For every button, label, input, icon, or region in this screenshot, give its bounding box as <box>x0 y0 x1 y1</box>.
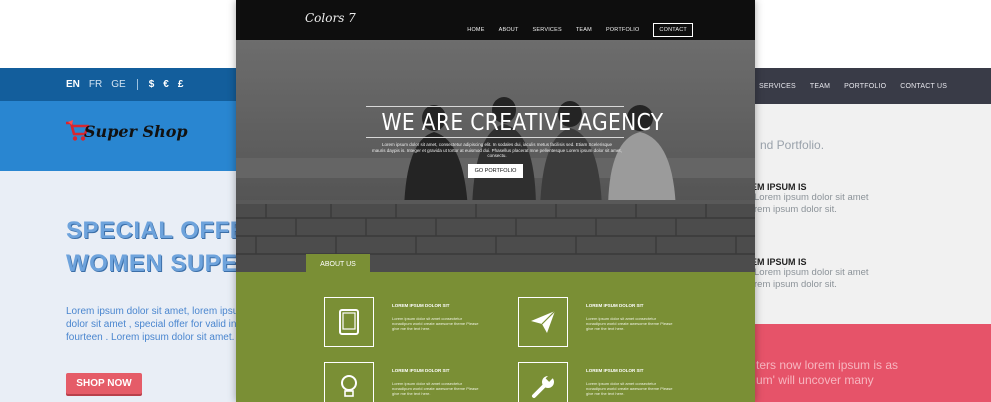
shop-now-button[interactable]: SHOP NOW <box>66 373 142 394</box>
feature-desc: Lorem ipsum dolor sit amet consectetur n… <box>586 316 673 332</box>
info-line: rem ipsum dolor sit. <box>754 279 837 290</box>
feature-icon-box <box>324 297 374 347</box>
nav-team[interactable]: TEAM <box>810 83 830 90</box>
offer-line-2: WOMEN SUPER <box>66 250 240 277</box>
nav-team[interactable]: TEAM <box>576 27 592 33</box>
nav-portfolio[interactable]: PORTFOLIO <box>606 27 639 33</box>
pink-line: ters now lorem ipsum is as <box>756 358 899 372</box>
top-bar: EN FR GE $ € £ <box>0 68 240 101</box>
feature-icon-box <box>518 297 568 347</box>
lightbulb-icon <box>341 375 357 397</box>
lang-en[interactable]: EN <box>66 79 80 90</box>
info-line: Lorem ipsum dolor sit amet <box>754 267 869 278</box>
desc-line: dolor sit amet , special offer for valid… <box>66 319 240 330</box>
paper-plane-icon <box>531 310 556 333</box>
desc-line: Lorem ipsum dolor sit amet, lorem ipsum <box>66 306 240 317</box>
portfolio-page: SERVICES TEAM PORTFOLIO CONTACT US nd Po… <box>750 68 991 402</box>
feature-desc: Lorem ipsum dolor sit amet consectetur n… <box>392 316 479 332</box>
offer-line-1: SPECIAL OFFER <box>66 217 240 244</box>
info-block: EM IPSUM IS Lorem ipsum dolor sit amet r… <box>750 257 869 291</box>
super-shop-logo[interactable]: Super Shop <box>64 119 188 143</box>
right-nav-bar: SERVICES TEAM PORTFOLIO CONTACT US <box>750 68 991 104</box>
about-us-tab[interactable]: ABOUT US <box>306 254 370 274</box>
desc-line: fourteen . Lorem ipsum dolor sit amet. <box>66 332 235 343</box>
feature-desc: Lorem ipsum dolor sit amet consectetur n… <box>586 381 673 397</box>
colors7-logo[interactable]: Colors 7 <box>305 11 356 25</box>
hero-sub-line: mauris daypis is. Integer et gravida ut … <box>372 147 622 159</box>
hero-title-frame: WE ARE CREATIVE AGENCY <box>366 106 664 138</box>
nav-home[interactable]: HOME <box>467 27 484 33</box>
info-line: Lorem ipsum dolor sit amet <box>754 192 869 203</box>
hero-title: WE ARE CREATIVE AGENCY <box>381 110 664 136</box>
info-heading: EM IPSUM IS <box>751 182 807 192</box>
main-menu: HOME ABOUT SERVICES TEAM PORTFOLIO CONTA… <box>467 23 693 37</box>
nav-services[interactable]: SERVICES <box>533 27 562 33</box>
hero-section: WE ARE CREATIVE AGENCY Lorem ipsum dolor… <box>236 40 755 272</box>
nav-services[interactable]: SERVICES <box>759 83 796 90</box>
lang-ge[interactable]: GE <box>111 79 125 90</box>
pink-banner: ters now lorem ipsum is as um' will unco… <box>750 324 991 402</box>
nav-portfolio[interactable]: PORTFOLIO <box>844 83 886 90</box>
brand-bar: Super Shop <box>0 101 240 171</box>
feature-icon-box <box>518 362 568 402</box>
main-nav-bar: Colors 7 HOME ABOUT SERVICES TEAM PORTFO… <box>236 0 755 40</box>
brand-name: Super Shop <box>84 121 188 141</box>
lang-fr[interactable]: FR <box>89 79 102 90</box>
offer-description: Lorem ipsum dolor sit amet, lorem ipsum … <box>66 305 240 344</box>
hero-subtitle: Lorem ipsum dolor sit amet, consectetur … <box>372 142 622 159</box>
info-block: EM IPSUM IS Lorem ipsum dolor sit amet r… <box>750 182 869 216</box>
go-portfolio-button[interactable]: GO PORTFOLIO <box>468 164 523 178</box>
nav-contact[interactable]: CONTACT <box>653 23 693 37</box>
nav-contact-us[interactable]: CONTACT US <box>900 83 947 90</box>
wrench-icon <box>532 374 554 398</box>
feature-desc: Lorem ipsum dolor sit amet consectetur n… <box>392 381 479 397</box>
colors7-page: Colors 7 HOME ABOUT SERVICES TEAM PORTFO… <box>236 0 755 402</box>
feature-title: LOREM IPSUM DOLOR SIT <box>586 303 644 308</box>
super-shop-page: EN FR GE $ € £ Super Shop SPECIAL OFFER … <box>0 68 240 402</box>
feature-title: LOREM IPSUM DOLOR SIT <box>586 368 644 373</box>
about-section: ABOUT US LOREM IPSUM DOLOR SIT Lorem ips… <box>236 254 755 402</box>
intro-text: nd Portfolio. <box>760 138 825 152</box>
info-line: rem ipsum dolor sit. <box>754 204 837 215</box>
currency-usd[interactable]: $ <box>149 79 155 90</box>
nav-about[interactable]: ABOUT <box>499 27 519 33</box>
currency-gbp[interactable]: £ <box>178 79 184 90</box>
hero-sub-line: Lorem ipsum dolor sit amet, consectetur … <box>381 142 613 147</box>
feature-title: LOREM IPSUM DOLOR SIT <box>392 368 450 373</box>
currency-eur[interactable]: € <box>163 79 169 90</box>
tablet-icon <box>339 309 359 335</box>
feature-icon-box <box>324 362 374 402</box>
pink-banner-text: ters now lorem ipsum is as um' will unco… <box>756 358 898 388</box>
divider <box>136 79 138 90</box>
info-heading: EM IPSUM IS <box>751 257 807 267</box>
feature-title: LOREM IPSUM DOLOR SIT <box>392 303 450 308</box>
pink-line: um' will uncover many <box>756 373 874 387</box>
special-offer-heading: SPECIAL OFFER WOMEN SUPER <box>66 214 240 280</box>
